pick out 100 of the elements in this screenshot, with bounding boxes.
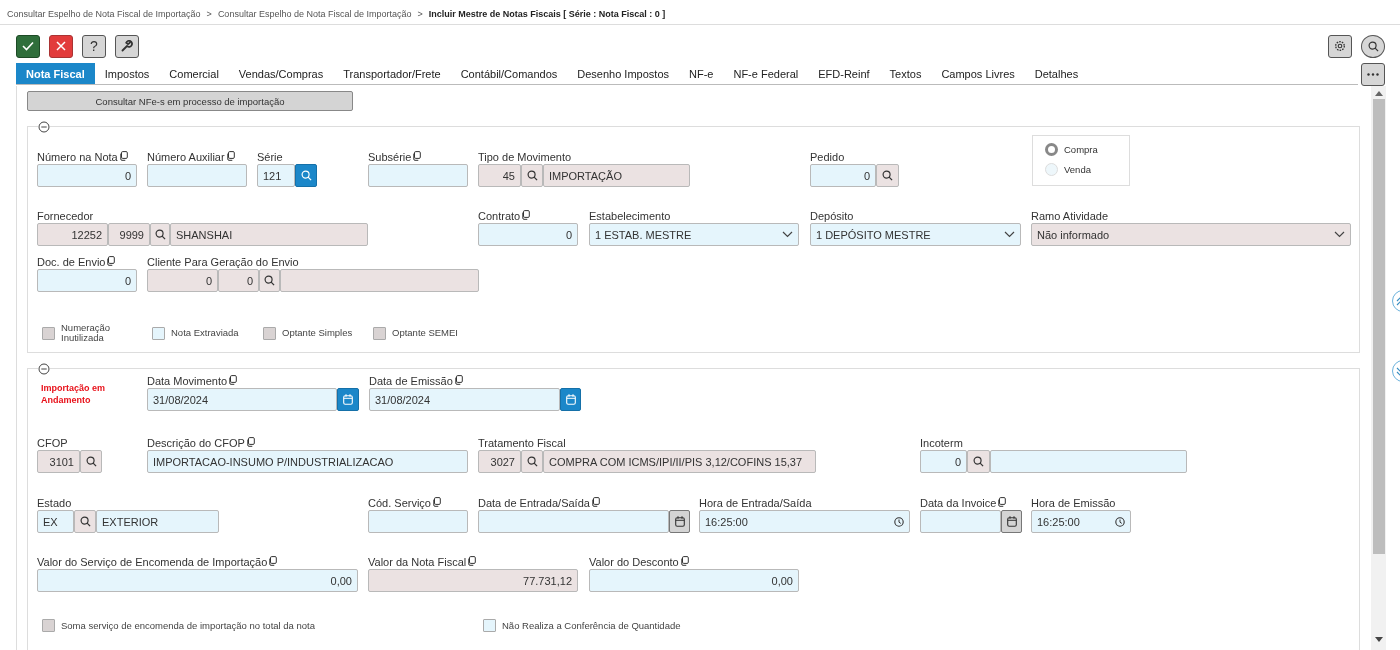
input-field[interactable]: 3101 — [37, 450, 80, 473]
breadcrumb-item[interactable]: Consultar Espelho de Nota Fiscal de Importação — [217, 9, 412, 19]
copy-icon[interactable] — [268, 556, 278, 566]
tab[interactable]: EFD-Reinf — [808, 63, 880, 84]
input-field[interactable]: 12252 — [37, 223, 108, 246]
scroll-down-arrow-icon[interactable] — [1374, 637, 1383, 642]
tab[interactable]: Textos — [879, 63, 932, 84]
tab[interactable]: Nota Fiscal — [16, 63, 95, 84]
field-label: Número na Nota — [37, 151, 118, 163]
tab[interactable]: Campos Livres — [931, 63, 1025, 84]
input-field[interactable] — [920, 510, 1001, 533]
tab[interactable]: Contábil/Comandos — [450, 63, 568, 84]
confirm-button[interactable] — [16, 34, 40, 58]
copy-icon[interactable] — [467, 556, 477, 566]
copy-icon[interactable] — [245, 437, 255, 447]
field-label: Cód. Serviço — [368, 497, 431, 509]
input-field[interactable]: 0 — [478, 223, 578, 246]
dropdown[interactable]: 1 DEPÓSITO MESTRE — [810, 223, 1021, 246]
field-label: Ramo Atividade — [1031, 210, 1109, 222]
input-field[interactable]: 31/08/2024 — [369, 388, 560, 411]
tab[interactable]: Transportador/Frete — [333, 63, 451, 84]
calendar-button[interactable] — [1001, 510, 1022, 533]
search-button[interactable] — [150, 223, 170, 246]
input-field[interactable]: COMPRA COM ICMS/IPI/II/PIS 3,12/COFINS 15,37 — [543, 450, 816, 473]
consult-button[interactable]: Consultar NFe-s em processo de importação — [27, 91, 353, 111]
calendar-button[interactable] — [337, 388, 359, 411]
input-field[interactable]: 121 — [257, 164, 295, 187]
input-field[interactable] — [478, 510, 669, 533]
chevron-down-icon — [1004, 231, 1015, 238]
copy-icon[interactable] — [453, 375, 463, 385]
tab[interactable]: Vendas/Compras — [228, 63, 334, 84]
copy-icon[interactable] — [118, 151, 128, 161]
dropdown[interactable]: Não informado — [1031, 223, 1351, 246]
tab[interactable]: Desenho Impostos — [567, 63, 679, 84]
input-field[interactable]: 0,00 — [37, 569, 358, 592]
cancel-button[interactable] — [49, 34, 73, 58]
input-field[interactable] — [368, 510, 468, 533]
tab[interactable]: Comercial — [159, 63, 229, 84]
tab[interactable]: Detalhes — [1024, 63, 1089, 84]
collapse-icon[interactable] — [38, 363, 50, 375]
input-field[interactable]: IMPORTAÇÃO — [543, 164, 690, 187]
collapse-icon[interactable] — [38, 121, 50, 133]
input-field[interactable]: 0 — [920, 450, 967, 473]
help-button[interactable]: ? — [82, 34, 106, 58]
checkbox[interactable] — [483, 619, 496, 632]
search-button[interactable] — [521, 450, 543, 473]
checkbox[interactable] — [152, 326, 165, 340]
input-field[interactable]: IMPORTACAO-INSUMO P/INDUSTRIALIZACAO — [147, 450, 468, 473]
settings-button[interactable] — [1328, 34, 1352, 58]
input-field[interactable] — [990, 450, 1187, 473]
input-field[interactable]: 0 — [810, 164, 876, 187]
input-field[interactable]: 31/08/2024 — [147, 388, 337, 411]
input-field[interactable] — [147, 164, 247, 187]
search-icon — [300, 170, 312, 181]
search-button[interactable] — [521, 164, 543, 187]
tab[interactable]: NF-e — [679, 63, 724, 84]
search-button[interactable] — [80, 450, 102, 473]
input-field[interactable]: 0 — [37, 269, 137, 292]
copy-icon[interactable] — [432, 497, 441, 507]
tab[interactable]: Impostos — [94, 63, 160, 84]
tab[interactable]: NF-e Federal — [723, 63, 809, 84]
time-field[interactable]: 16:25:00 — [699, 510, 910, 533]
calendar-button[interactable] — [669, 510, 690, 533]
input-field[interactable]: 45 — [478, 164, 521, 187]
copy-icon[interactable] — [106, 256, 116, 266]
input-field[interactable]: SHANSHAI — [170, 223, 368, 246]
input-field[interactable]: 0 — [147, 269, 218, 292]
input-field[interactable] — [368, 164, 468, 187]
input-field[interactable]: 0 — [37, 164, 137, 187]
calendar-button[interactable] — [560, 388, 581, 411]
copy-icon[interactable] — [412, 151, 422, 161]
scrollbar[interactable] — [1371, 86, 1386, 650]
input-field[interactable]: 0,00 — [589, 569, 799, 592]
search-button[interactable] — [74, 510, 96, 533]
copy-icon[interactable] — [590, 497, 600, 507]
input-field[interactable]: 77.731,12 — [368, 569, 578, 592]
input-field[interactable]: 3027 — [478, 450, 521, 473]
input-field[interactable]: EX — [37, 510, 74, 533]
search-button[interactable] — [1361, 34, 1385, 58]
input-field[interactable]: 9999 — [108, 223, 150, 246]
tools-button[interactable] — [115, 34, 139, 58]
scroll-up-arrow-icon[interactable] — [1374, 91, 1383, 96]
search-button[interactable] — [876, 164, 899, 187]
copy-icon[interactable] — [679, 556, 689, 566]
copy-icon[interactable] — [521, 210, 531, 220]
input-field[interactable] — [280, 269, 479, 292]
dropdown[interactable]: 1 ESTAB. MESTRE — [589, 223, 799, 246]
more-button[interactable] — [1361, 63, 1385, 86]
search-button[interactable] — [259, 269, 280, 292]
search-button[interactable] — [295, 164, 317, 187]
calendar-icon — [565, 394, 576, 405]
radio-button[interactable] — [1045, 143, 1058, 156]
breadcrumb-item[interactable]: Consultar Espelho de Nota Fiscal de Importação — [7, 9, 201, 19]
copy-icon[interactable] — [997, 497, 1007, 507]
input-field[interactable]: 0 — [218, 269, 259, 292]
input-field[interactable]: EXTERIOR — [96, 510, 219, 533]
copy-icon[interactable] — [228, 375, 238, 385]
search-button[interactable] — [967, 450, 990, 473]
time-field[interactable]: 16:25:00 — [1031, 510, 1131, 533]
copy-icon[interactable] — [225, 151, 235, 161]
